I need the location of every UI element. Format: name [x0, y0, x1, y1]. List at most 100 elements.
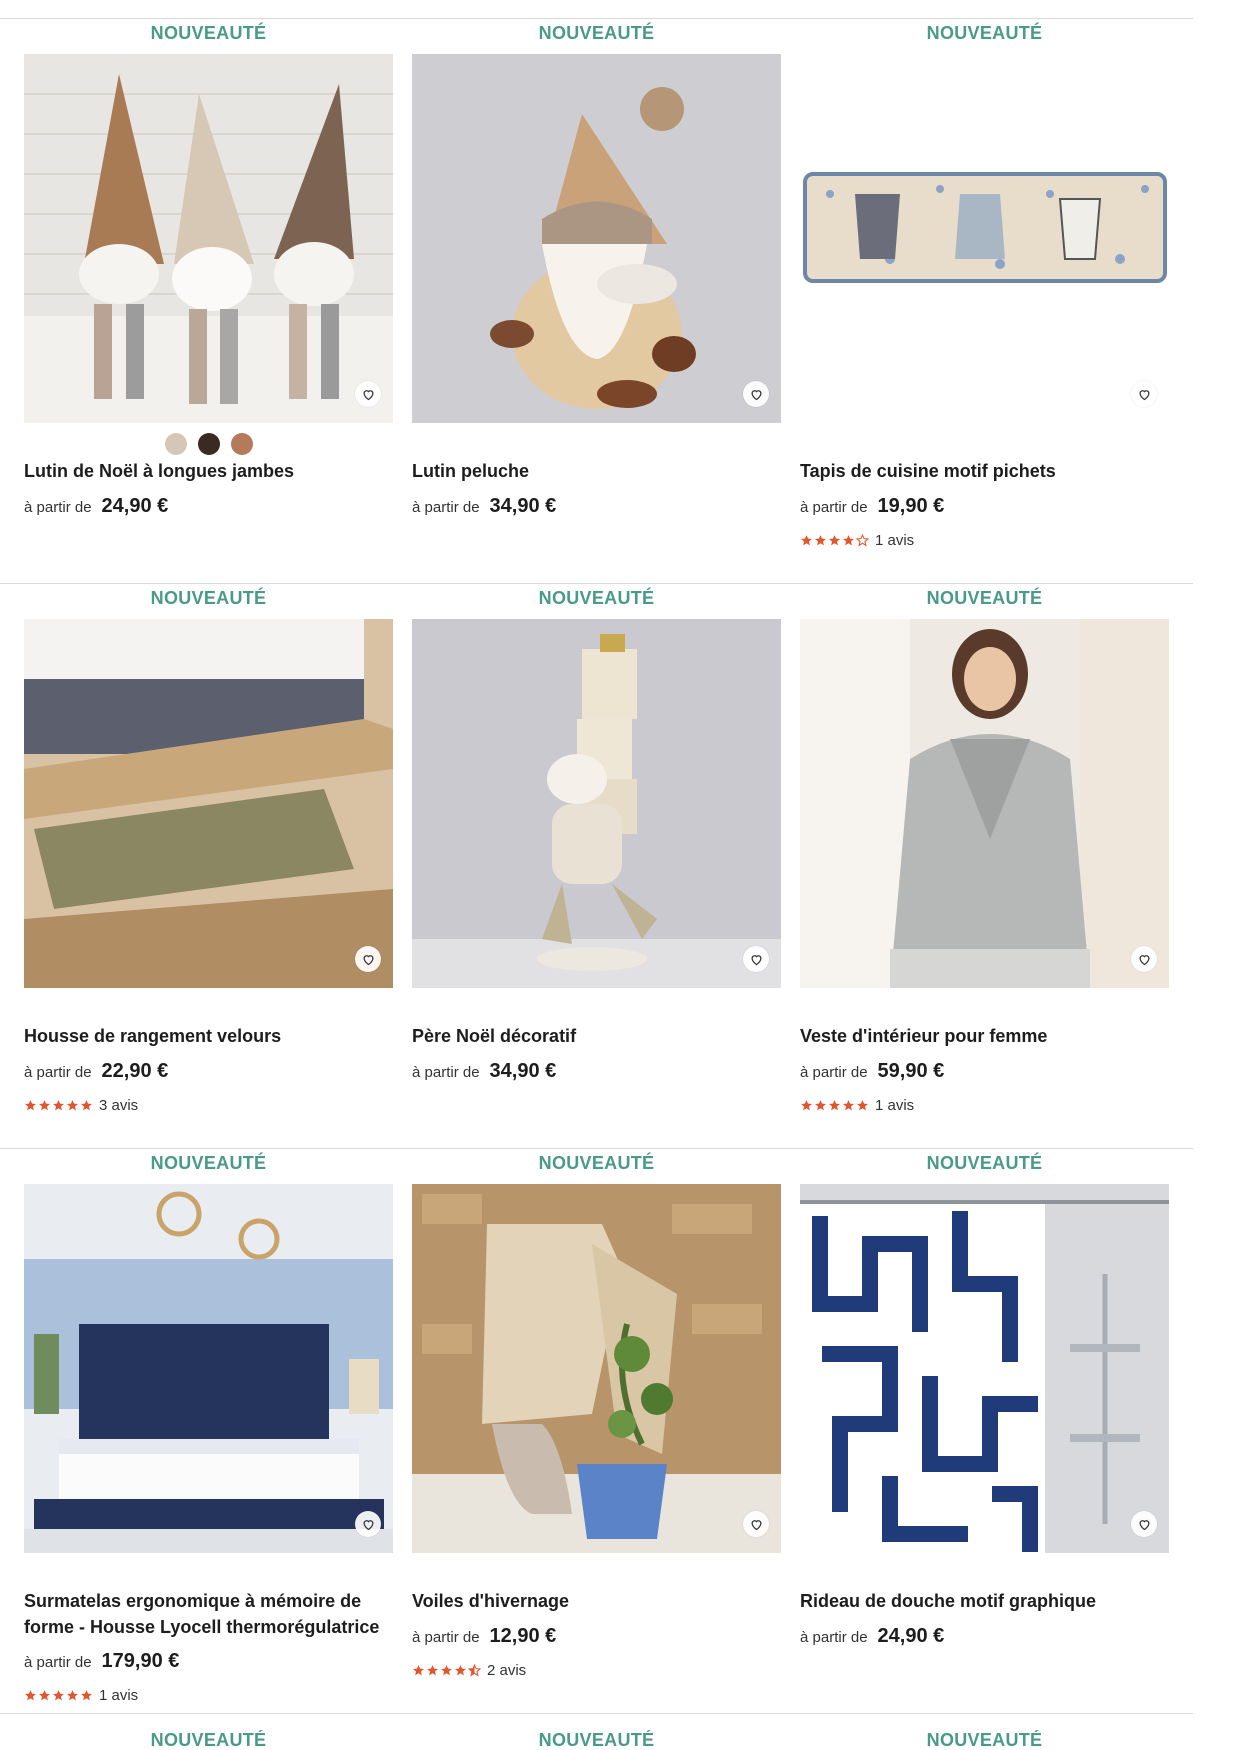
star-icon — [843, 1100, 854, 1111]
row-divider — [0, 1713, 1193, 1714]
rating-stars — [800, 534, 869, 547]
product-rating: 1 avis — [24, 1687, 393, 1704]
new-badge: NOUVEAUTÉ — [150, 588, 267, 608]
favorite-button[interactable] — [1131, 1511, 1157, 1537]
review-count[interactable]: 2 avis — [487, 1662, 526, 1679]
new-badge: NOUVEAUTÉ — [538, 23, 655, 43]
star-icon — [67, 1690, 78, 1701]
new-badge: NOUVEAUTÉ — [926, 588, 1043, 608]
row-divider — [0, 1148, 1193, 1149]
heart-icon — [750, 1519, 762, 1530]
price-prefix: à partir de — [412, 1629, 480, 1646]
price-prefix: à partir de — [800, 499, 868, 516]
price-amount: 59,90 € — [877, 1060, 945, 1082]
product-title[interactable]: Lutin de Noël à longues jambes — [24, 458, 393, 484]
product-rating: 2 avis — [412, 1662, 781, 1679]
review-count[interactable]: 3 avis — [99, 1097, 138, 1114]
price-amount: 34,90 € — [489, 1060, 557, 1082]
product-title[interactable]: Housse de rangement velours — [24, 1023, 393, 1049]
product-image[interactable] — [24, 619, 393, 988]
product-image[interactable] — [412, 1184, 781, 1553]
heart-icon — [1138, 1519, 1150, 1530]
price-amount: 24,90 € — [877, 1625, 945, 1647]
star-icon — [427, 1665, 438, 1676]
star-icon — [39, 1690, 50, 1701]
new-badge: NOUVEAUTÉ — [538, 1153, 655, 1173]
review-count[interactable]: 1 avis — [99, 1687, 138, 1704]
price-prefix: à partir de — [24, 1064, 92, 1081]
star-icon — [25, 1690, 36, 1701]
star-icon — [815, 535, 826, 546]
product-price: à partir de 22,90 € — [24, 1060, 393, 1083]
heart-icon — [362, 389, 374, 400]
price-prefix: à partir de — [800, 1064, 868, 1081]
new-badge: NOUVEAUTÉ — [926, 23, 1043, 43]
product-image[interactable] — [24, 54, 393, 423]
price-prefix: à partir de — [412, 1064, 480, 1081]
product-image[interactable] — [24, 1184, 393, 1553]
price-prefix: à partir de — [24, 1654, 92, 1671]
star-icon — [843, 535, 854, 546]
favorite-button[interactable] — [743, 946, 769, 972]
price-amount: 179,90 € — [101, 1650, 180, 1672]
star-icon — [413, 1665, 424, 1676]
product-rating: 1 avis — [800, 532, 1169, 549]
product-price: à partir de 179,90 € — [24, 1650, 393, 1673]
favorite-button[interactable] — [1131, 381, 1157, 407]
product-image[interactable] — [800, 1184, 1169, 1553]
star-icon — [53, 1690, 64, 1701]
star-icon — [25, 1100, 36, 1111]
product-title[interactable]: Tapis de cuisine motif pichets — [800, 458, 1169, 484]
product-price: à partir de 34,90 € — [412, 495, 781, 518]
star-icon — [801, 535, 812, 546]
new-badge: NOUVEAUTÉ — [926, 1153, 1043, 1173]
color-swatch[interactable] — [230, 433, 253, 455]
product-title[interactable]: Surmatelas ergonomique à mémoire de form… — [24, 1588, 393, 1640]
price-amount: 22,90 € — [101, 1060, 169, 1082]
product-image[interactable] — [412, 619, 781, 988]
heart-icon — [362, 1519, 374, 1530]
product-title[interactable]: Père Noël décoratif — [412, 1023, 781, 1049]
price-amount: 19,90 € — [877, 495, 945, 517]
price-prefix: à partir de — [800, 1629, 868, 1646]
product-title[interactable]: Voiles d'hivernage — [412, 1588, 781, 1614]
heart-icon — [750, 389, 762, 400]
product-price: à partir de 24,90 € — [24, 495, 393, 518]
star-icon — [81, 1100, 92, 1111]
rating-stars — [412, 1664, 481, 1677]
color-swatch[interactable] — [197, 433, 220, 455]
product-title[interactable]: Veste d'intérieur pour femme — [800, 1023, 1169, 1049]
row-divider — [0, 583, 1193, 584]
product-rating: 3 avis — [24, 1097, 393, 1114]
review-count[interactable]: 1 avis — [875, 1097, 914, 1114]
rating-stars — [800, 1099, 869, 1112]
product-image[interactable] — [800, 54, 1169, 423]
favorite-button[interactable] — [355, 946, 381, 972]
favorite-button[interactable] — [355, 1511, 381, 1537]
product-price: à partir de 24,90 € — [800, 1625, 1169, 1648]
star-icon — [829, 1100, 840, 1111]
product-price: à partir de 19,90 € — [800, 495, 1169, 518]
favorite-button[interactable] — [355, 381, 381, 407]
product-image[interactable] — [800, 619, 1169, 988]
favorite-button[interactable] — [1131, 946, 1157, 972]
new-badge: NOUVEAUTÉ — [150, 23, 267, 43]
color-swatch[interactable] — [164, 433, 187, 455]
product-title[interactable]: Rideau de douche motif graphique — [800, 1588, 1169, 1614]
star-icon — [81, 1690, 92, 1701]
favorite-button[interactable] — [743, 381, 769, 407]
product-title[interactable]: Lutin peluche — [412, 458, 781, 484]
star-icon — [441, 1665, 452, 1676]
favorite-button[interactable] — [743, 1511, 769, 1537]
new-badge: NOUVEAUTÉ — [150, 1730, 267, 1750]
product-grid: NOUVEAUTÉ Lutin de Noël à longues jambes… — [0, 0, 1250, 1750]
product-price: à partir de 12,90 € — [412, 1625, 781, 1648]
star-icon — [53, 1100, 64, 1111]
product-image[interactable] — [412, 54, 781, 423]
star-icon — [39, 1100, 50, 1111]
new-badge: NOUVEAUTÉ — [150, 1153, 267, 1173]
review-count[interactable]: 1 avis — [875, 532, 914, 549]
star-icon — [856, 534, 869, 547]
product-rating: 1 avis — [800, 1097, 1169, 1114]
star-icon — [857, 1100, 868, 1111]
